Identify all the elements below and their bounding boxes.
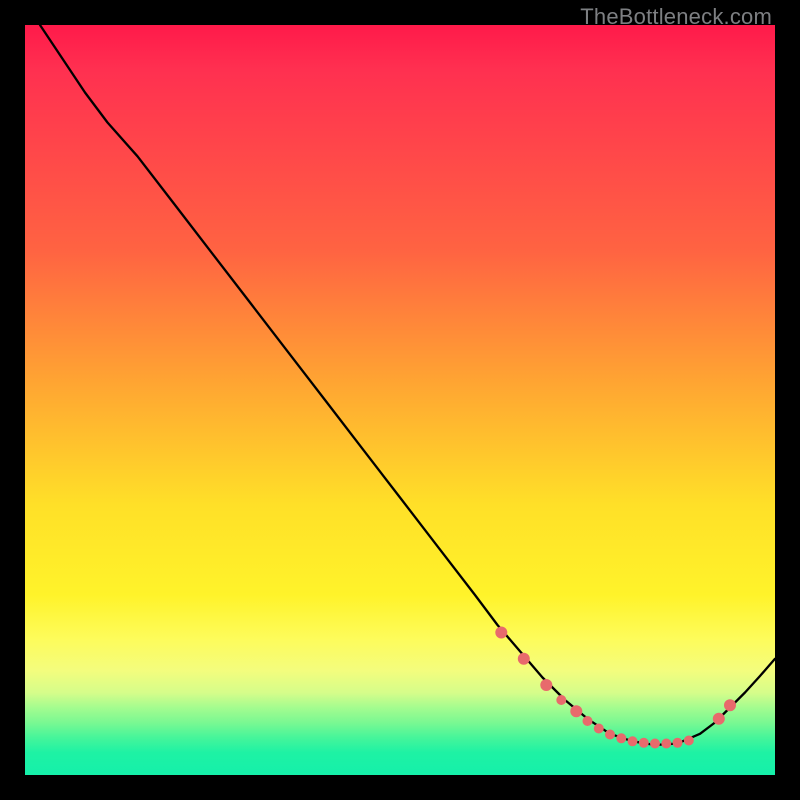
data-marker xyxy=(594,724,604,734)
data-marker xyxy=(713,713,725,725)
data-marker xyxy=(556,695,566,705)
watermark-text: TheBottleneck.com xyxy=(580,4,772,30)
data-marker xyxy=(661,739,671,749)
chart-frame: TheBottleneck.com xyxy=(0,0,800,800)
data-marker xyxy=(495,627,507,639)
data-marker xyxy=(518,653,530,665)
curve-line xyxy=(40,25,775,745)
chart-plot-area xyxy=(25,25,775,775)
data-marker xyxy=(684,736,694,746)
data-marker xyxy=(639,738,649,748)
marker-group xyxy=(495,627,736,749)
data-marker xyxy=(616,733,626,743)
data-marker xyxy=(673,738,683,748)
chart-svg xyxy=(25,25,775,775)
data-marker xyxy=(583,716,593,726)
data-marker xyxy=(570,705,582,717)
data-marker xyxy=(724,699,736,711)
data-marker xyxy=(605,730,615,740)
data-marker xyxy=(540,679,552,691)
data-marker xyxy=(628,736,638,746)
data-marker xyxy=(650,739,660,749)
